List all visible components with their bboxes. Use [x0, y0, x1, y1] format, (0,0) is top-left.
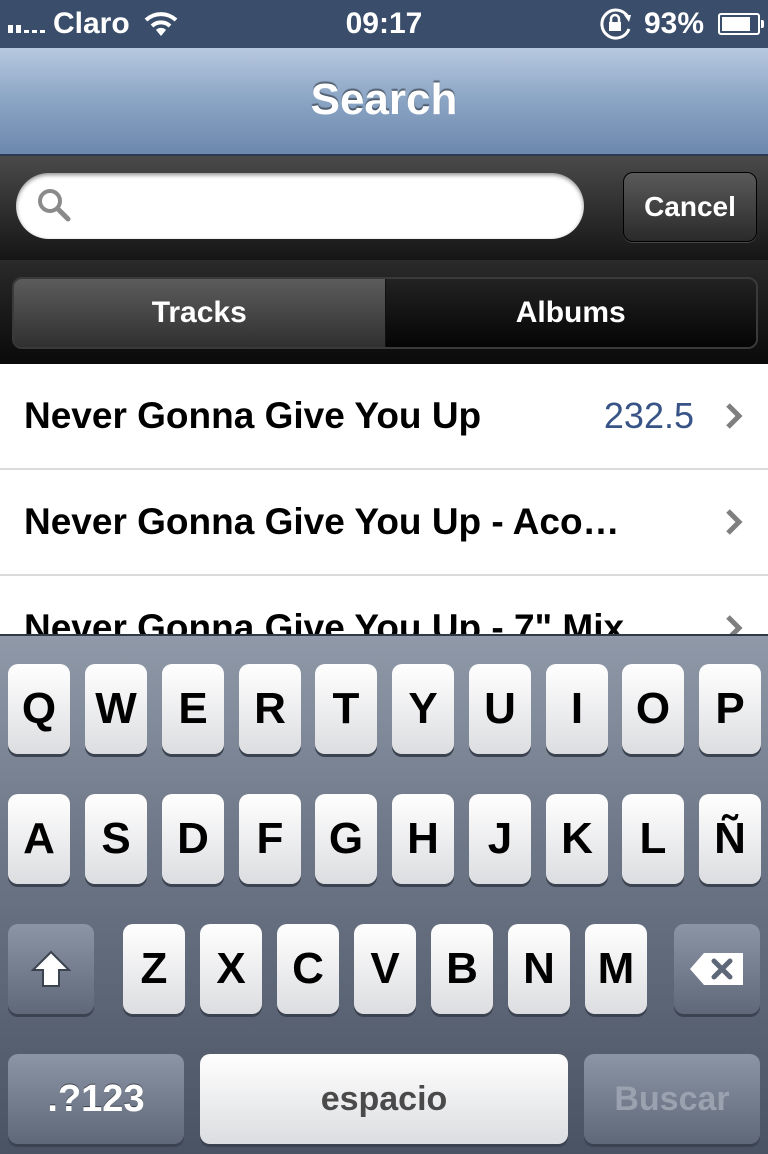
key-g[interactable]: G	[315, 794, 377, 884]
segment-albums[interactable]: Albums	[385, 279, 756, 347]
keyboard: Q W E R T Y U I O P A S D F G H J K L Ñ …	[0, 634, 768, 1154]
segmented-control: Tracks Albums	[12, 277, 758, 349]
key-j[interactable]: J	[469, 794, 531, 884]
search-input[interactable]	[16, 173, 584, 239]
key-a[interactable]: A	[8, 794, 70, 884]
rotation-lock-icon	[600, 8, 631, 40]
key-l[interactable]: L	[622, 794, 684, 884]
key-i[interactable]: I	[546, 664, 608, 754]
backspace-icon	[690, 953, 743, 985]
search-icon	[38, 189, 71, 222]
chevron-right-icon	[726, 509, 743, 535]
key-b[interactable]: B	[431, 924, 493, 1014]
battery-icon	[718, 13, 764, 35]
key-h[interactable]: H	[392, 794, 454, 884]
list-item[interactable]: Never Gonna Give You Up - Aco…	[0, 470, 768, 576]
key-f[interactable]: F	[239, 794, 301, 884]
track-title: Never Gonna Give You Up - Aco…	[24, 501, 620, 542]
battery-fill	[722, 17, 750, 31]
backspace-key[interactable]	[674, 924, 760, 1014]
shift-key[interactable]	[8, 924, 94, 1014]
numbers-key[interactable]: .?123	[8, 1054, 184, 1144]
space-key[interactable]: espacio	[200, 1054, 568, 1144]
status-right: 93%	[598, 6, 764, 42]
key-t[interactable]: T	[315, 664, 377, 754]
key-y[interactable]: Y	[392, 664, 454, 754]
key-p[interactable]: P	[699, 664, 761, 754]
list-item[interactable]: Never Gonna Give You Up 232.5	[0, 364, 768, 470]
key-s[interactable]: S	[85, 794, 147, 884]
key-c[interactable]: C	[277, 924, 339, 1014]
shift-icon	[30, 950, 72, 987]
key-n[interactable]: N	[508, 924, 570, 1014]
key-k[interactable]: K	[546, 794, 608, 884]
track-title: Never Gonna Give You Up	[24, 395, 482, 436]
search-key[interactable]: Buscar	[584, 1054, 760, 1144]
key-x[interactable]: X	[200, 924, 262, 1014]
key-u[interactable]: U	[469, 664, 531, 754]
key-q[interactable]: Q	[8, 664, 70, 754]
key-d[interactable]: D	[162, 794, 224, 884]
segment-tracks[interactable]: Tracks	[14, 279, 386, 347]
cancel-button[interactable]: Cancel	[623, 172, 757, 242]
status-bar: Claro 09:17 93%	[0, 0, 768, 48]
battery-percent: 93%	[643, 7, 704, 40]
key-n-tilde[interactable]: Ñ	[699, 794, 761, 884]
page-title: Search	[310, 75, 458, 124]
key-r[interactable]: R	[239, 664, 301, 754]
key-w[interactable]: W	[85, 664, 147, 754]
track-value: 232.5	[603, 395, 694, 436]
navigation-bar: Search	[0, 48, 768, 156]
key-v[interactable]: V	[354, 924, 416, 1014]
key-e[interactable]: E	[162, 664, 224, 754]
search-bar: Cancel	[0, 156, 768, 260]
scope-bar: Tracks Albums	[0, 260, 768, 364]
key-o[interactable]: O	[622, 664, 684, 754]
key-z[interactable]: Z	[123, 924, 185, 1014]
key-m[interactable]: M	[585, 924, 647, 1014]
chevron-right-icon	[726, 403, 743, 429]
